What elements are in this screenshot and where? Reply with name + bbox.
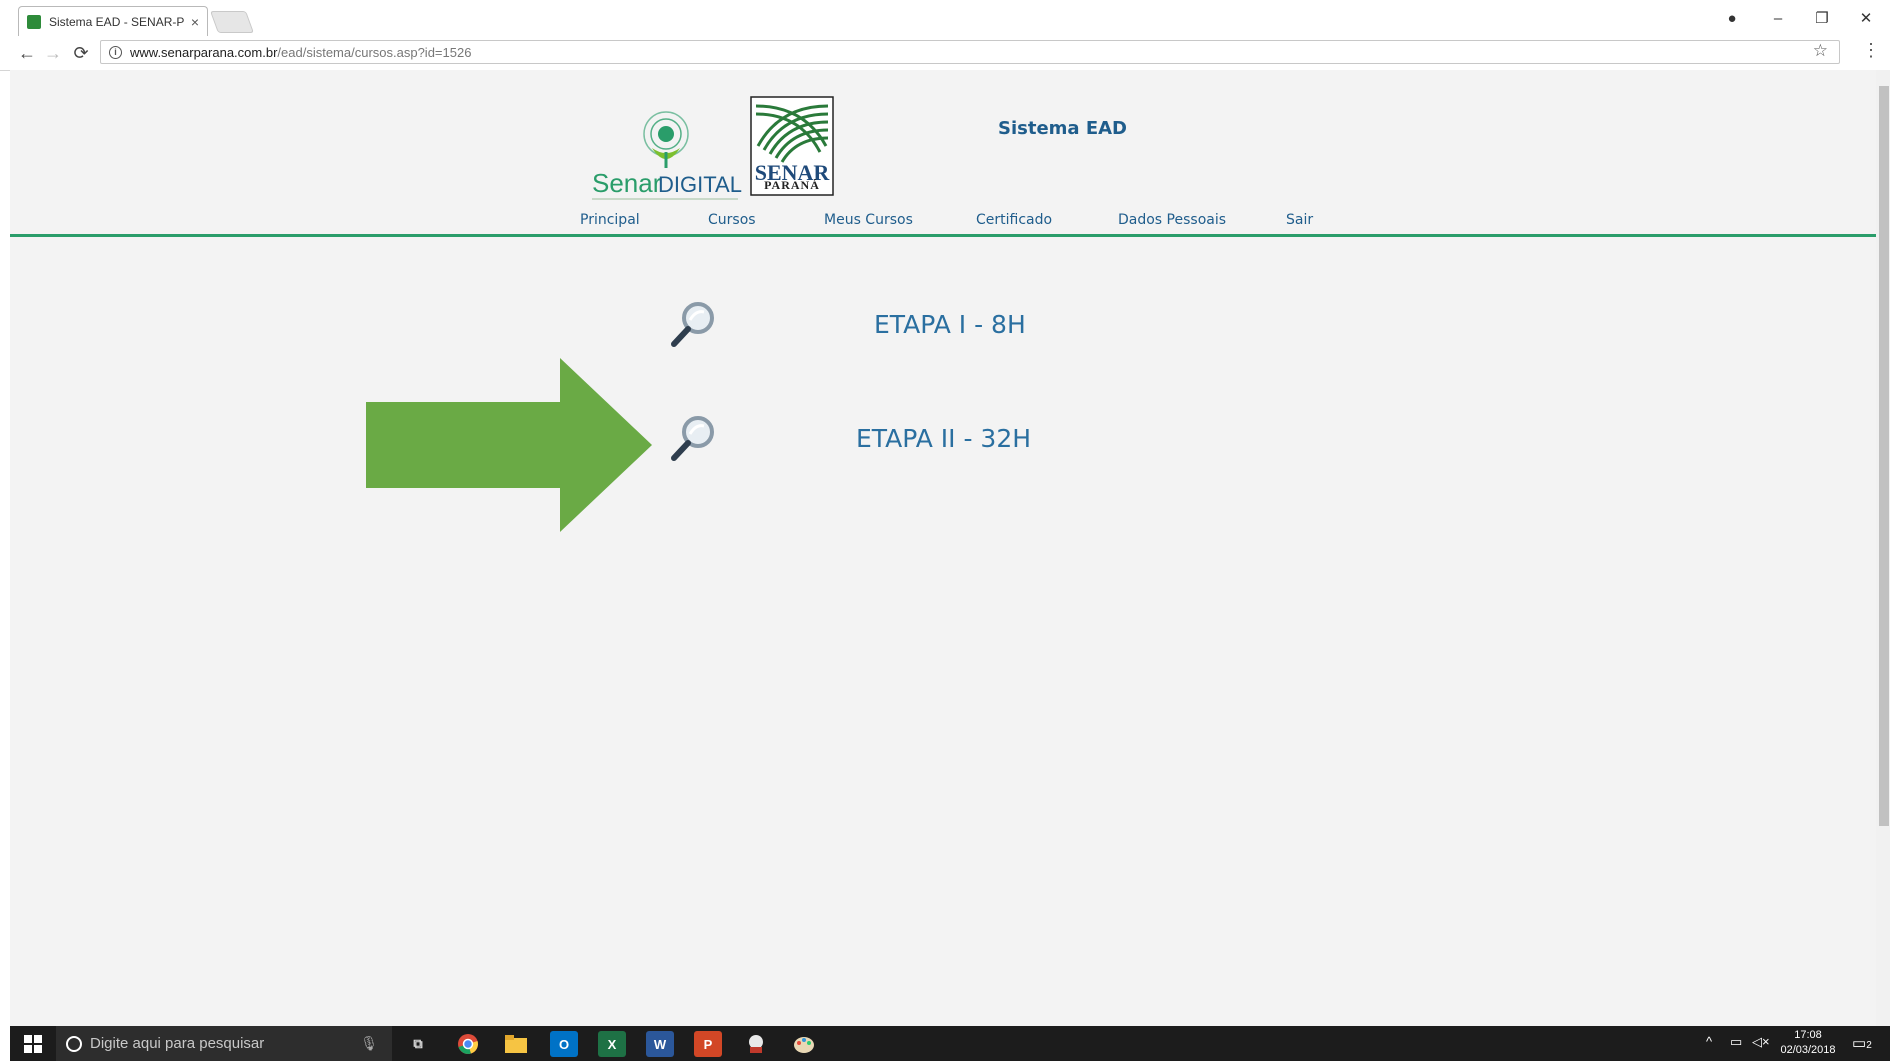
microphone-icon[interactable]: 🎙 (360, 1035, 378, 1052)
outlook-icon[interactable]: O (550, 1031, 578, 1057)
reload-button[interactable]: ⟳ (68, 40, 94, 66)
nav-dados-pessoais[interactable]: Dados Pessoais (1118, 212, 1226, 228)
search-placeholder: Digite aqui para pesquisar (90, 1035, 265, 1052)
logo-text-parana: PARANÁ (764, 178, 820, 192)
logo-text-digital: DIGITAL (658, 172, 742, 197)
browser-menu-icon[interactable]: ⋮ (1862, 40, 1880, 61)
tab-close-icon[interactable]: × (191, 14, 199, 30)
tab-title: Sistema EAD - SENAR-PR (49, 14, 185, 29)
course-link-etapa-2[interactable]: ETAPA II - 32H (856, 424, 1031, 453)
header-divider (10, 234, 1876, 237)
url-path: /ead/sistema/cursos.asp?id=1526 (277, 44, 472, 60)
url-host: www.senarparana.com.br (130, 44, 278, 60)
browser-tab[interactable]: Sistema EAD - SENAR-PR × (18, 6, 208, 36)
account-icon[interactable]: ● (1710, 4, 1754, 32)
magnifier-icon[interactable] (668, 298, 720, 350)
new-tab-button[interactable] (209, 11, 255, 33)
clock-time: 17:08 (1794, 1029, 1822, 1041)
nav-certificado[interactable]: Certificado (976, 212, 1052, 228)
back-button[interactable]: ← (14, 40, 40, 66)
volume-muted-icon[interactable]: ◁× (1752, 1034, 1770, 1050)
site-header: Senar DIGITAL SENAR PARANÁ Sistema EAD P… (10, 70, 1876, 237)
logo-text-senar: Senar (592, 168, 662, 198)
site-title: Sistema EAD (998, 118, 1127, 139)
nav-cursos[interactable]: Cursos (708, 212, 756, 228)
restore-button[interactable]: ❐ (1800, 4, 1844, 32)
main-nav: Principal Cursos Meus Cursos Certificado… (10, 212, 1876, 234)
word-icon[interactable]: W (646, 1031, 674, 1057)
magnifier-icon[interactable] (668, 412, 720, 464)
tray-expand-icon[interactable]: ^ (1706, 1034, 1712, 1049)
scrollbar-thumb[interactable] (1879, 86, 1889, 826)
address-bar[interactable]: i www.senarparana.com.br/ead/sistema/cur… (100, 40, 1840, 64)
app-icon-1[interactable] (742, 1031, 770, 1057)
course-link-etapa-1[interactable]: ETAPA I - 8H (874, 310, 1026, 339)
clock-date: 02/03/2018 (1780, 1044, 1836, 1056)
bookmark-star-icon[interactable]: ☆ (1813, 41, 1828, 61)
windows-logo-icon (24, 1034, 42, 1053)
powerpoint-icon[interactable]: P (694, 1031, 722, 1057)
file-explorer-icon[interactable] (502, 1031, 530, 1057)
close-window-button[interactable]: ✕ (1844, 4, 1888, 32)
start-button[interactable] (10, 1026, 56, 1061)
nav-principal[interactable]: Principal (580, 212, 640, 228)
favicon-icon (27, 14, 41, 29)
taskbar-search[interactable]: Digite aqui para pesquisar 🎙 (56, 1026, 392, 1061)
senar-digital-logo: Senar DIGITAL (592, 111, 742, 200)
notifications-icon[interactable]: ▭2 (1852, 1034, 1872, 1052)
green-arrow-icon (366, 358, 652, 532)
cortana-icon (66, 1035, 82, 1052)
page-viewport: Senar DIGITAL SENAR PARANÁ Sistema EAD P… (10, 70, 1876, 1026)
minimize-button[interactable]: – (1756, 4, 1800, 32)
chrome-icon[interactable] (454, 1031, 482, 1057)
network-icon[interactable]: ▭ (1730, 1034, 1742, 1050)
nav-sair[interactable]: Sair (1286, 212, 1313, 228)
task-view-icon[interactable]: ⧉ (404, 1031, 432, 1057)
nav-meus-cursos[interactable]: Meus Cursos (824, 212, 913, 228)
paint-icon[interactable] (790, 1031, 818, 1057)
taskbar-clock[interactable]: 17:08 02/03/2018 (1776, 1028, 1840, 1058)
notification-count: 2 (1866, 1040, 1872, 1051)
info-icon[interactable]: i (109, 45, 122, 59)
browser-tab-strip (0, 0, 1890, 37)
forward-button[interactable]: → (40, 40, 66, 66)
excel-icon[interactable]: X (598, 1031, 626, 1057)
